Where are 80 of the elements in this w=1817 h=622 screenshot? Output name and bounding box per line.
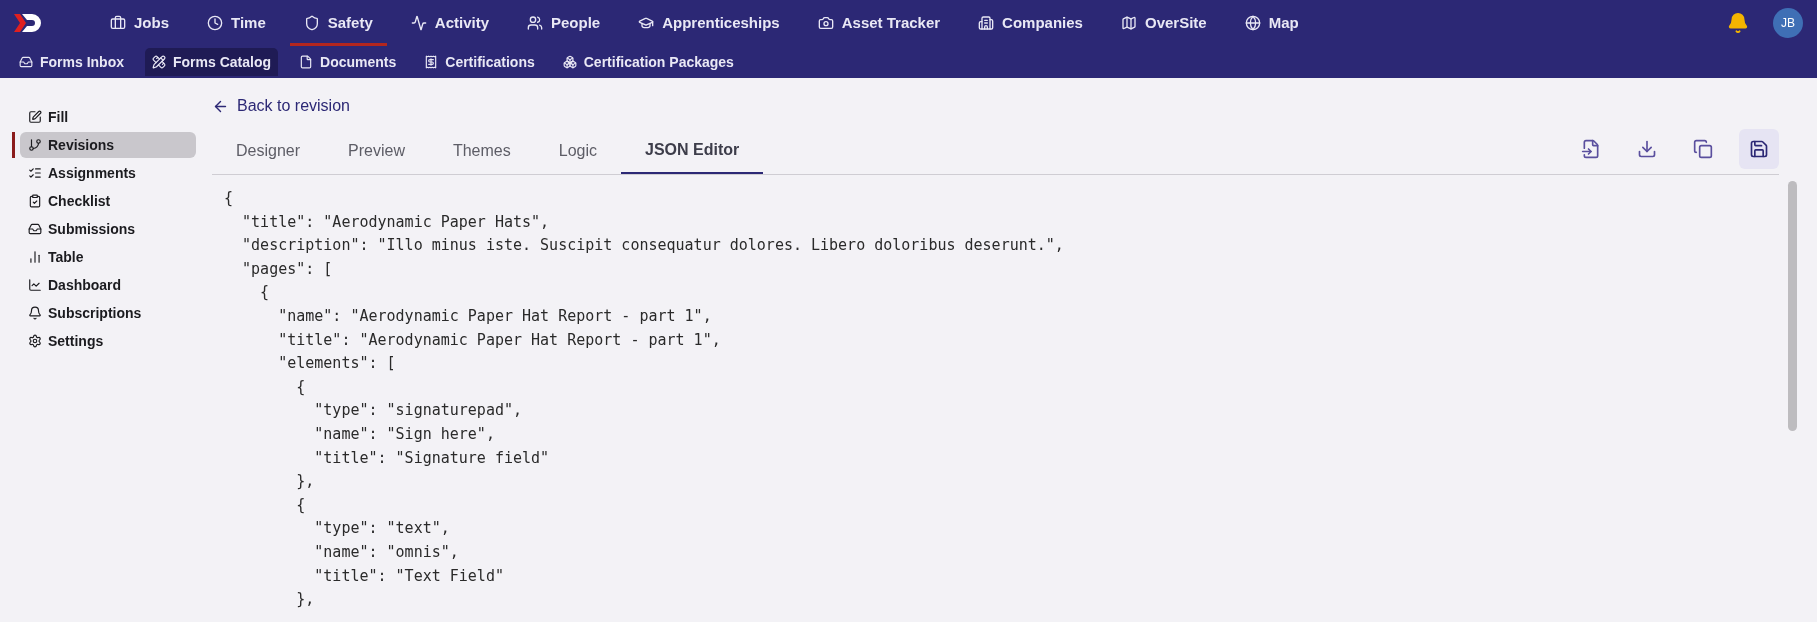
shield-icon xyxy=(303,15,320,31)
back-link[interactable]: Back to revision xyxy=(212,94,1807,118)
code-line: }, xyxy=(295,589,316,611)
code-line: "title": "Aerodynamic Paper Hat Report - part 1", xyxy=(277,329,722,351)
line-chart-icon xyxy=(28,278,42,292)
sidebar-item[interactable]: Checklist xyxy=(20,188,196,214)
code-line: "title": "Aerodynamic Paper Hats", xyxy=(241,211,551,233)
editor-tab[interactable]: Themes xyxy=(428,128,535,174)
receipt-icon xyxy=(424,55,439,69)
code-line: "type": "signaturepad", xyxy=(313,400,523,422)
import-icon xyxy=(1581,139,1601,159)
nav-tab[interactable]: Jobs xyxy=(96,0,183,46)
bell-icon xyxy=(28,306,42,320)
clipboard-icon xyxy=(28,194,42,208)
clock-icon xyxy=(207,15,223,31)
inbox-icon xyxy=(28,222,42,236)
code-line: "title": "Text Field" xyxy=(313,565,505,587)
code-line: { xyxy=(259,282,271,304)
code-line: "name": "omnis", xyxy=(313,541,460,563)
settings-icon xyxy=(28,334,42,348)
code-line: "type": "text", xyxy=(313,518,451,540)
branch-icon xyxy=(28,138,42,152)
nav-tab[interactable]: Companies xyxy=(964,0,1097,46)
table-icon xyxy=(28,250,42,264)
sidebar-item[interactable]: Subscriptions xyxy=(20,300,196,326)
nav-tab[interactable]: People xyxy=(513,0,615,46)
globe-icon xyxy=(1244,15,1261,31)
nav-tab[interactable]: Safety xyxy=(289,0,387,46)
code-line: "elements": [ xyxy=(277,353,397,375)
map-icon xyxy=(1120,15,1137,31)
sidebar-item[interactable]: Fill xyxy=(20,104,196,130)
save-icon xyxy=(1749,139,1769,159)
subnav-tab[interactable]: Certification Packages xyxy=(555,48,741,76)
editor-tab[interactable]: JSON Editor xyxy=(621,128,764,174)
user-avatar[interactable]: JB xyxy=(1773,8,1803,38)
sidebar-item[interactable]: Dashboard xyxy=(20,272,196,298)
notification-bell-icon[interactable] xyxy=(1727,12,1749,34)
code-line: "name": "Aerodynamic Paper Hat Report - part 1", xyxy=(277,305,713,327)
nav-tab[interactable]: Time xyxy=(193,0,280,46)
sidebar-item[interactable]: Table xyxy=(20,244,196,270)
nav-tab[interactable]: Asset Tracker xyxy=(803,0,955,46)
code-line: { xyxy=(295,376,307,398)
nav-tab[interactable]: Activity xyxy=(396,0,503,46)
editor-tab[interactable]: Logic xyxy=(534,128,621,174)
subnav-tab[interactable]: Forms Catalog xyxy=(145,48,279,76)
code-line: "pages": [ xyxy=(241,258,334,280)
inbox-icon xyxy=(19,55,33,69)
code-line: { xyxy=(295,494,307,516)
nav-tab[interactable]: OverSite xyxy=(1106,0,1221,46)
building-icon xyxy=(978,15,995,31)
subnav-tab[interactable]: Forms Inbox xyxy=(12,48,131,76)
pencil-ruler-icon xyxy=(152,55,166,69)
copy-icon xyxy=(1693,139,1713,159)
nav-tab[interactable]: Map xyxy=(1230,0,1313,46)
subnav-tab[interactable]: Documents xyxy=(292,48,404,76)
code-line: { xyxy=(224,188,235,209)
toolbar-button[interactable] xyxy=(1739,129,1779,169)
checklist-icon xyxy=(28,166,42,180)
sidebar-item[interactable]: Submissions xyxy=(20,216,196,242)
sidebar-item[interactable]: Assignments xyxy=(20,160,196,186)
people-icon xyxy=(527,15,543,31)
sidebar-item[interactable]: Settings xyxy=(20,328,196,354)
subnav-tab[interactable]: Certifications xyxy=(417,48,542,76)
scrollbar-thumb[interactable] xyxy=(1788,181,1797,431)
download-icon xyxy=(1637,139,1657,159)
editor-tab[interactable]: Preview xyxy=(324,128,429,174)
sidebar-item[interactable]: Revisions xyxy=(20,132,196,158)
boxes-icon xyxy=(562,55,577,69)
edit-icon xyxy=(28,110,42,124)
code-line: }, xyxy=(295,471,316,493)
nav-tab[interactable]: Apprenticeships xyxy=(624,0,794,46)
code-line: "name": "Sign here", xyxy=(313,423,496,445)
graduation-cap-icon xyxy=(638,15,655,31)
camera-icon xyxy=(817,15,834,31)
editor-tab[interactable]: Designer xyxy=(212,128,325,174)
code-line: "description": "Illo minus iste. Suscipit consequatur dolores. Libero doloribus deserunt.", xyxy=(241,235,1065,257)
code-line: "title": "Signature field" xyxy=(313,447,551,469)
pulse-icon xyxy=(410,15,427,31)
briefcase-icon xyxy=(110,15,126,31)
file-icon xyxy=(299,55,314,69)
